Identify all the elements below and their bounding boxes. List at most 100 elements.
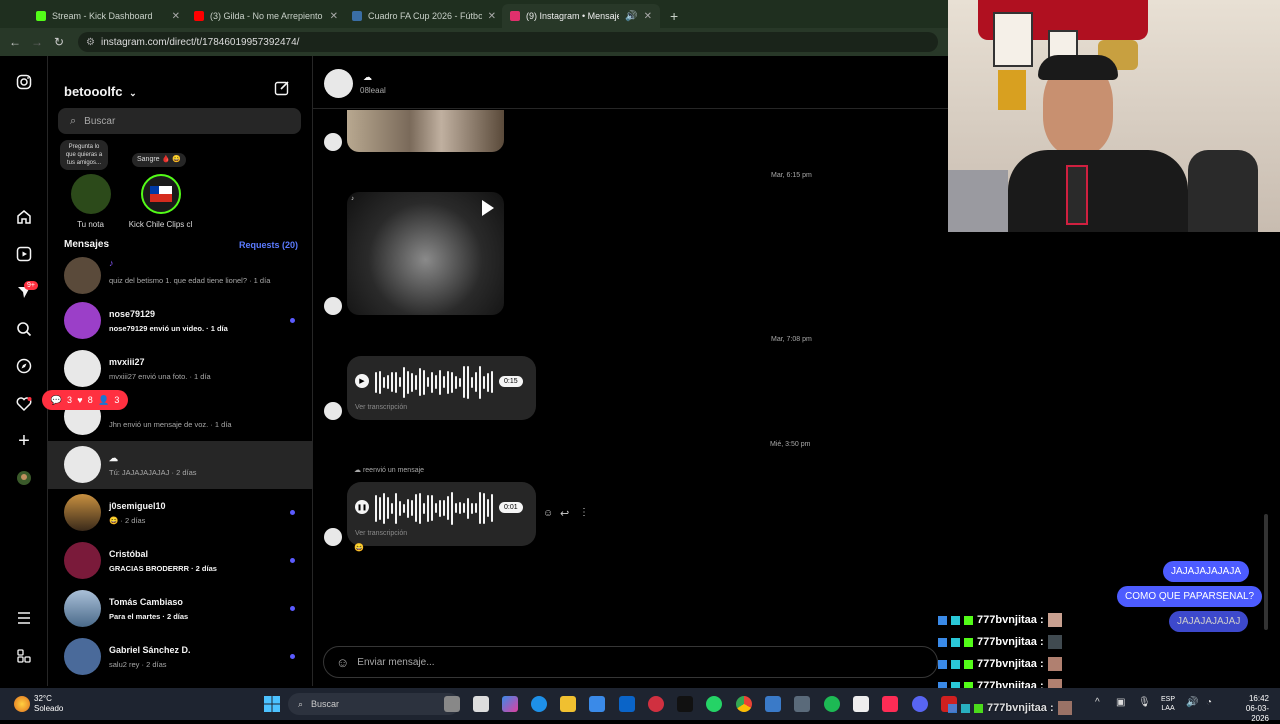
note-prompt[interactable]: Pregunta lo que quieras a tus amigos... — [60, 140, 108, 170]
unread-dot — [290, 510, 295, 515]
conversation-item[interactable]: Gabriel Sánchez D. salu2 rey · 2 días — [48, 633, 313, 681]
audio-waveform[interactable] — [375, 364, 493, 400]
app-tray-icon[interactable]: ▣ — [1116, 697, 1125, 708]
conversation-item-selected[interactable]: ☁ Tú: JAJAJAJAJAJ · 2 días — [48, 441, 313, 489]
close-icon[interactable]: ✕ — [172, 11, 180, 22]
task-view-icon[interactable] — [444, 696, 460, 712]
site-info-icon[interactable]: ⚙ — [86, 37, 95, 48]
profile-icon[interactable] — [14, 468, 34, 488]
forward-icon[interactable]: → — [26, 35, 48, 49]
conversation-item[interactable]: Cristóbal GRACIAS BRODERRR · 2 días — [48, 537, 313, 585]
voice-message-forwarded[interactable]: ❚❚ 0:01 Ver transcripción — [347, 482, 536, 546]
play-button[interactable]: ▶ — [355, 374, 369, 388]
wiki-icon — [352, 11, 362, 21]
edge-icon[interactable] — [531, 696, 547, 712]
conversation-item[interactable]: Tomás Cambiaso Para el martes · 2 días — [48, 585, 313, 633]
reload-icon[interactable]: ↻ — [48, 35, 70, 49]
waveform-bar — [459, 377, 461, 387]
language-indicator[interactable]: ESP LAA — [1161, 695, 1175, 713]
store-icon[interactable] — [589, 696, 605, 712]
home-icon[interactable] — [14, 207, 34, 227]
scrollbar[interactable] — [1264, 514, 1268, 630]
account-switcher[interactable]: betooolfc ⌄ — [64, 84, 137, 99]
volume-icon[interactable]: 🔊 — [1186, 697, 1198, 708]
search-input[interactable]: ⌕ Buscar — [58, 108, 301, 134]
close-icon[interactable]: ✕ — [644, 11, 652, 22]
waveform-bar — [455, 375, 457, 389]
close-icon[interactable]: ✕ — [330, 11, 338, 22]
create-icon[interactable]: + — [14, 430, 34, 452]
shared-image[interactable] — [347, 110, 504, 152]
comment-icon: 💬 — [50, 394, 62, 405]
waveform-bar — [475, 372, 477, 392]
new-tab-button[interactable]: + — [662, 4, 686, 28]
play-icon[interactable] — [482, 200, 494, 216]
app-icon[interactable] — [794, 696, 810, 712]
reels-icon[interactable] — [14, 244, 34, 264]
menu-icon[interactable] — [14, 608, 34, 628]
microphone-icon[interactable]: 🎙 — [1138, 697, 1151, 708]
search-icon[interactable] — [14, 319, 34, 339]
url-field[interactable]: ⚙ instagram.com/direct/t/178460199573924… — [78, 32, 938, 52]
explore-icon[interactable] — [14, 356, 34, 376]
weather-widget[interactable]: 32°C Soleado — [34, 694, 63, 714]
heart-icon[interactable] — [14, 394, 34, 414]
avatar — [64, 590, 101, 627]
tiktok-live-icon[interactable] — [882, 696, 898, 712]
obs-icon[interactable] — [853, 696, 869, 712]
more-options-icon[interactable]: ⋮ — [579, 507, 589, 518]
pause-button[interactable]: ❚❚ — [355, 500, 369, 514]
new-message-icon[interactable] — [274, 80, 290, 101]
reaction-emoji[interactable]: 😄 — [354, 543, 364, 552]
avatar[interactable] — [324, 69, 353, 98]
tab-kick-dashboard[interactable]: Stream - Kick Dashboard ✕ — [28, 4, 188, 28]
windows-start-icon[interactable] — [264, 696, 280, 712]
requests-link[interactable]: Requests (20) — [239, 240, 298, 250]
tab-youtube[interactable]: (3) Gilda - No me Arrepiento de ✕ — [186, 4, 346, 28]
file-explorer-icon[interactable] — [560, 696, 576, 712]
close-icon[interactable]: ✕ — [488, 11, 496, 22]
waveform-bar — [483, 492, 485, 524]
chevron-up-icon[interactable]: ^ — [1095, 697, 1100, 708]
tab-instagram[interactable]: (9) Instagram • Mensajes 🔊 ✕ — [502, 4, 660, 28]
copilot-icon[interactable] — [502, 696, 518, 712]
story-own-note[interactable]: Tu nota — [63, 174, 118, 229]
conversation-item[interactable]: j0semiguel10 😄 · 2 días — [48, 489, 313, 537]
story-kick-chile[interactable]: Kick Chile Clips cl — [128, 174, 193, 229]
speaker-icon[interactable]: 🔊 — [625, 11, 637, 22]
whatsapp-icon[interactable] — [706, 696, 722, 712]
voice-message[interactable]: ▶ 0:15 Ver transcripción — [347, 356, 536, 420]
conversation-item[interactable]: ♪ quiz del betismo 1. que edad tiene lio… — [48, 252, 313, 300]
conversation-item[interactable]: nose79129 nose79129 envió un video. · 1 … — [48, 297, 313, 345]
waveform-bar — [427, 494, 429, 522]
app-icon[interactable] — [765, 696, 781, 712]
emoji-icon[interactable]: ☺ — [336, 655, 349, 670]
audio-waveform[interactable] — [375, 490, 493, 526]
app-icon[interactable] — [473, 696, 489, 712]
avatar — [324, 528, 342, 546]
weather-icon[interactable] — [14, 696, 30, 712]
search-icon: ⌕ — [70, 114, 77, 127]
chrome-icon[interactable] — [736, 696, 752, 712]
conversation-item[interactable]: mvxiii27 mvxiii27 envió una foto. · 1 dí… — [48, 345, 313, 393]
shared-video[interactable]: ♪ — [347, 192, 504, 315]
app-icon[interactable] — [648, 696, 664, 712]
tab-fa-cup[interactable]: Cuadro FA Cup 2026 - Fútbol/Ir ✕ — [344, 4, 504, 28]
react-icon[interactable]: ☺ — [543, 508, 553, 519]
discord-icon[interactable] — [912, 696, 928, 712]
meta-icon[interactable] — [14, 646, 34, 666]
wifi-icon[interactable]: ◔ — [1206, 697, 1212, 708]
waveform-bar — [439, 369, 441, 395]
activity-notification-pill[interactable]: 💬 3 ♥ 8 👤 3 — [42, 390, 128, 410]
spotify-icon[interactable] — [824, 696, 840, 712]
waveform-bar — [479, 365, 481, 399]
instagram-icon[interactable] — [14, 72, 34, 92]
back-icon[interactable]: ← — [4, 35, 26, 49]
tiktok-icon[interactable] — [677, 696, 693, 712]
taskbar-search[interactable]: ⌕ Buscar — [288, 693, 460, 715]
person-icon: 👤 — [97, 394, 110, 405]
reply-icon[interactable]: ↩ — [560, 507, 569, 520]
waveform-bar — [419, 368, 421, 396]
outlook-icon[interactable] — [619, 696, 635, 712]
message-composer[interactable]: ☺ Enviar mensaje... — [323, 646, 938, 678]
